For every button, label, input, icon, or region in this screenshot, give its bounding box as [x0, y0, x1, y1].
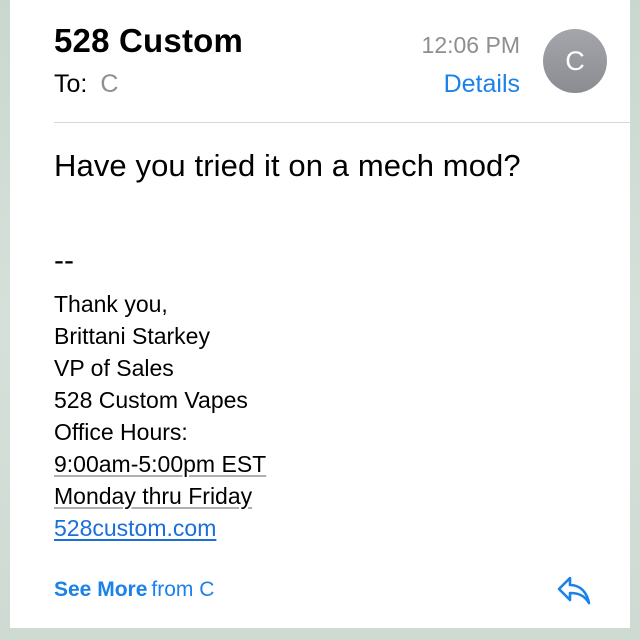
see-more-from-label[interactable]: from C — [151, 578, 214, 601]
see-more-link[interactable]: See More — [54, 578, 147, 601]
email-message-card: 528 Custom 12:06 PM C To: C Details Have… — [10, 0, 630, 628]
signature-block: Thank you, Brittani Starkey VP of Sales … — [54, 288, 266, 544]
reply-arrow-icon — [557, 576, 591, 605]
signature-office-hours: 9:00am-5:00pm EST — [54, 448, 266, 480]
message-time: 12:06 PM — [421, 32, 520, 58]
signature-line: VP of Sales — [54, 355, 174, 381]
signature-office-days: Monday thru Friday — [54, 480, 266, 512]
signature-website-row: 528custom.com — [54, 512, 266, 544]
office-days-link[interactable]: Monday thru Friday — [54, 483, 252, 509]
avatar-initial: C — [565, 45, 585, 76]
message-body-text: Have you tried it on a mech mod? — [54, 148, 521, 183]
sender-avatar[interactable]: C — [543, 29, 607, 93]
reply-button[interactable] — [556, 574, 592, 606]
website-link[interactable]: 528custom.com — [54, 515, 216, 541]
to-label: To: — [54, 70, 88, 98]
sender-name: 528 Custom — [54, 22, 244, 59]
header-divider — [54, 122, 630, 123]
signature-line: Office Hours: — [54, 419, 188, 445]
signature-separator: -- — [54, 244, 74, 277]
signature-line: 528 Custom Vapes — [54, 387, 248, 413]
see-more-row: See More from C — [54, 578, 214, 602]
details-link[interactable]: Details — [444, 70, 520, 99]
recipient-name[interactable]: C — [100, 70, 118, 98]
office-hours-time-link[interactable]: 9:00am-5:00pm EST — [54, 451, 266, 477]
signature-line: Brittani Starkey — [54, 323, 210, 349]
signature-line: Thank you, — [54, 291, 168, 317]
recipient-row: To: C — [54, 70, 118, 99]
